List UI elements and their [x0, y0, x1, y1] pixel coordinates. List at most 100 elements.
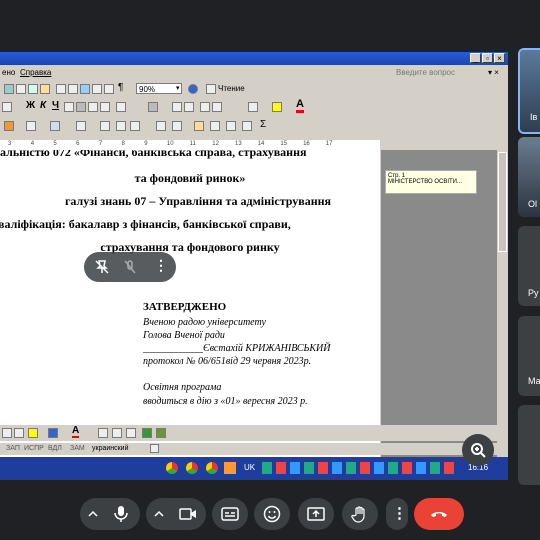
- textdir-icon[interactable]: [242, 121, 252, 131]
- emoji-button[interactable]: [254, 498, 290, 530]
- style-box-icon[interactable]: [148, 102, 158, 112]
- draw-frame-icon[interactable]: [14, 428, 24, 438]
- participant-tile-1[interactable]: Ів: [518, 48, 540, 134]
- draw-table-icon[interactable]: [2, 428, 12, 438]
- document-page[interactable]: альністю 072 «Фінанси, банківська справа…: [0, 150, 380, 465]
- shadow-icon[interactable]: [142, 428, 152, 438]
- indent-icon[interactable]: [200, 102, 210, 112]
- video-options-button[interactable]: [146, 498, 172, 530]
- arrow-style-icon[interactable]: [126, 428, 136, 438]
- outdent-icon[interactable]: [212, 102, 222, 112]
- present-button[interactable]: [298, 498, 334, 530]
- fill-color-icon[interactable]: [28, 428, 38, 438]
- reading-button[interactable]: Чтение: [218, 84, 245, 93]
- participant-tile-5[interactable]: [518, 405, 540, 485]
- ruler-mark: 9: [144, 141, 148, 147]
- doc-map-icon[interactable]: [92, 84, 102, 94]
- maximize-button[interactable]: ▫: [482, 53, 493, 63]
- audio-options-button[interactable]: [80, 498, 106, 530]
- pilcrow-icon[interactable]: ¶: [118, 82, 123, 93]
- columns-icon[interactable]: [68, 84, 78, 94]
- style-icon[interactable]: [2, 102, 12, 112]
- more-options-button[interactable]: ⋮: [386, 498, 408, 530]
- line-spacing-icon[interactable]: [116, 102, 126, 112]
- shared-screen: _ ▫ × ено Справка Введите вопрос ▾ × ¶ 9…: [0, 52, 508, 480]
- raise-hand-button[interactable]: [342, 498, 378, 530]
- zoom-icon: [471, 443, 486, 458]
- dash-style-icon[interactable]: [112, 428, 122, 438]
- camera-button[interactable]: [170, 498, 206, 530]
- frame-icon[interactable]: [26, 121, 36, 131]
- pin-off-icon[interactable]: [94, 259, 110, 275]
- doc-line-field: галузі знань 07 – Управління та адмініст…: [64, 194, 332, 208]
- grid-icon[interactable]: [226, 121, 236, 131]
- overlay-more-icon[interactable]: ⋮: [154, 257, 168, 274]
- paste-icon[interactable]: [40, 84, 50, 94]
- sort-icon[interactable]: [210, 121, 220, 131]
- taskbar-app-icon[interactable]: [224, 462, 236, 474]
- text-color-icon[interactable]: A: [72, 426, 80, 438]
- menu-view[interactable]: ено: [2, 68, 15, 77]
- zoom-button[interactable]: [462, 434, 494, 466]
- numbering-icon[interactable]: [172, 102, 182, 112]
- mic-off-icon[interactable]: [122, 259, 138, 275]
- font-color-icon[interactable]: A: [296, 99, 304, 113]
- split-icon[interactable]: [130, 121, 140, 131]
- fill-icon[interactable]: [50, 121, 60, 131]
- reading-icon[interactable]: [206, 84, 216, 94]
- align-left-icon[interactable]: [64, 102, 74, 112]
- border-icon[interactable]: [248, 102, 258, 112]
- preview-icon[interactable]: [4, 84, 14, 94]
- images-icon[interactable]: [104, 84, 114, 94]
- comment-balloon[interactable]: Стр. 1 МІНІСТЕРСТВО ОСВІТИ...: [385, 170, 477, 194]
- ask-question-box[interactable]: Введите вопрос: [396, 68, 455, 77]
- underline-button[interactable]: Ч: [52, 100, 59, 111]
- research-icon[interactable]: [16, 84, 26, 94]
- tray-icons[interactable]: [262, 462, 458, 474]
- align-right-icon[interactable]: [88, 102, 98, 112]
- captions-button[interactable]: [212, 498, 248, 530]
- leave-call-button[interactable]: [414, 498, 464, 530]
- participant-tile-3[interactable]: Ру: [518, 226, 540, 306]
- drawing-icon[interactable]: [80, 84, 90, 94]
- close-button[interactable]: ×: [494, 53, 505, 63]
- ruler-mark: 7: [98, 141, 103, 147]
- sum-icon[interactable]: Σ: [260, 119, 266, 130]
- table-icon[interactable]: [56, 84, 66, 94]
- table-grid-icon[interactable]: [100, 121, 110, 131]
- align-center-icon[interactable]: [76, 102, 86, 112]
- taskbar-chrome-icon-2[interactable]: [186, 462, 198, 474]
- vertical-scrollbar[interactable]: [497, 150, 508, 465]
- status-language: украинский: [92, 445, 129, 452]
- pen-icon[interactable]: [4, 121, 14, 131]
- spelling-icon[interactable]: [150, 444, 159, 453]
- zoom-dropdown-icon[interactable]: ▾: [176, 84, 180, 92]
- taskbar-chrome-icon[interactable]: [166, 462, 178, 474]
- chevron-up-icon: [154, 510, 164, 517]
- bold-button[interactable]: Ж: [26, 100, 35, 111]
- copy-icon[interactable]: [28, 84, 38, 94]
- merge-icon[interactable]: [116, 121, 126, 131]
- distribute-icon[interactable]: [172, 121, 182, 131]
- justify-icon[interactable]: [100, 102, 110, 112]
- bullets-icon[interactable]: [184, 102, 194, 112]
- mic-button[interactable]: [104, 498, 140, 530]
- line-style-icon[interactable]: [98, 428, 108, 438]
- close-doc-icon[interactable]: ▾ ×: [488, 68, 499, 77]
- highlight-icon[interactable]: [272, 102, 282, 112]
- line-color-icon[interactable]: [48, 428, 58, 438]
- taskbar-language[interactable]: UK: [244, 463, 255, 472]
- italic-button[interactable]: К: [40, 100, 46, 111]
- participant-tile-4[interactable]: Ма: [518, 316, 540, 396]
- menu-help[interactable]: Справка: [20, 68, 51, 77]
- align-cell-icon[interactable]: [156, 121, 166, 131]
- autoformat-icon[interactable]: [194, 121, 204, 131]
- participant-tile-2[interactable]: Ol: [518, 137, 540, 217]
- 3d-icon[interactable]: [156, 428, 166, 438]
- scroll-thumb[interactable]: [498, 152, 507, 252]
- ruler-mark: 11: [189, 141, 196, 147]
- shape-icon[interactable]: [76, 121, 86, 131]
- taskbar-chrome-icon-3[interactable]: [206, 462, 218, 474]
- help-icon[interactable]: [188, 84, 198, 94]
- minimize-button[interactable]: _: [470, 53, 481, 63]
